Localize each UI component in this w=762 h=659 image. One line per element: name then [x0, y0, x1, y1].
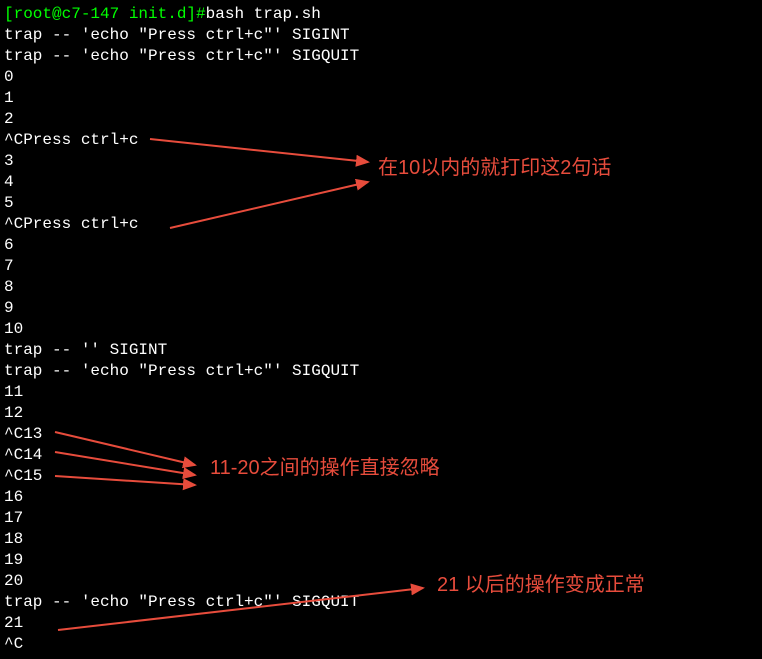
output-line: 16 — [4, 487, 758, 508]
output-line: ^CPress ctrl+c — [4, 130, 758, 151]
output-line: 2 — [4, 109, 758, 130]
output-line: 5 — [4, 193, 758, 214]
output-line: 8 — [4, 277, 758, 298]
output-line: ^C13 — [4, 424, 758, 445]
prompt-command: bash trap.sh — [206, 5, 321, 23]
prompt-user-host: [root@c7-147 init.d]# — [4, 5, 206, 23]
output-line: 6 — [4, 235, 758, 256]
output-line: 7 — [4, 256, 758, 277]
output-line: 9 — [4, 298, 758, 319]
output-line: 11 — [4, 382, 758, 403]
output-line: trap -- 'echo "Press ctrl+c"' SIGQUIT — [4, 361, 758, 382]
output-line: 19 — [4, 550, 758, 571]
output-line: 10 — [4, 319, 758, 340]
output-line: ^C — [4, 634, 758, 655]
output-line: 12 — [4, 403, 758, 424]
terminal-output: [root@c7-147 init.d]#bash trap.sh trap -… — [0, 0, 762, 659]
output-line: ^CPress ctrl+c — [4, 214, 758, 235]
output-line: 21 — [4, 613, 758, 634]
output-line: trap -- 'echo "Press ctrl+c"' SIGQUIT — [4, 46, 758, 67]
output-line: 0 — [4, 67, 758, 88]
output-line: trap -- 'echo "Press ctrl+c"' SIGINT — [4, 25, 758, 46]
annotation-note-3: 21 以后的操作变成正常 — [437, 575, 645, 596]
annotation-note-1: 在10以内的就打印这2句话 — [378, 158, 611, 179]
output-line: 18 — [4, 529, 758, 550]
annotation-note-2: 11-20之间的操作直接忽略 — [210, 458, 440, 479]
prompt-line: [root@c7-147 init.d]#bash trap.sh — [4, 4, 758, 25]
output-line: 1 — [4, 88, 758, 109]
output-line: trap -- '' SIGINT — [4, 340, 758, 361]
output-line: 17 — [4, 508, 758, 529]
